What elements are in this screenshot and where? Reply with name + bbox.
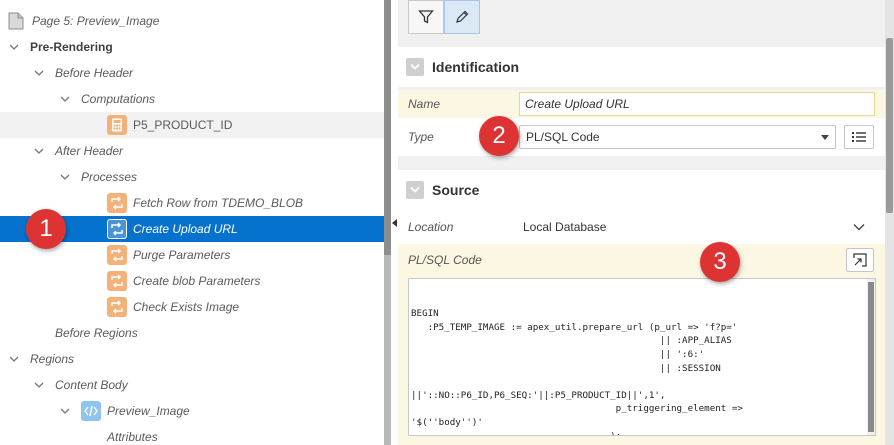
list-icon [852, 132, 866, 142]
identification-header[interactable]: Identification [398, 47, 885, 87]
collapse-arrow-icon[interactable] [392, 219, 397, 227]
property-editor: Identification Name Create Upload URL Ty… [398, 0, 894, 445]
tree-node-before-header[interactable]: Before Header [0, 60, 384, 86]
tree-node-page[interactable]: Page 5: Preview_Image [0, 8, 384, 34]
location-row: Location Local Database [398, 210, 885, 244]
section-title: Source [432, 182, 480, 198]
scrollbar-thumb[interactable] [886, 38, 893, 213]
tree-node-attributes[interactable]: Attributes [0, 424, 384, 445]
tree-node-purge-parameters[interactable]: Purge Parameters [0, 242, 384, 268]
tree-node-label: Regions [30, 352, 75, 366]
splitter[interactable] [384, 0, 398, 445]
chevron-down-icon[interactable] [33, 379, 45, 391]
tree-node-check-exists-image[interactable]: Check Exists Image [0, 294, 384, 320]
chevron-down-icon[interactable] [8, 41, 20, 53]
location-label: Location [408, 220, 454, 234]
tree-node-preview-image[interactable]: Preview_Image [0, 398, 384, 424]
tree-node-label: Pre-Rendering [30, 40, 113, 54]
tree-node-computations[interactable]: Computations [0, 86, 384, 112]
tree-node-before-regions[interactable]: Before Regions [0, 320, 384, 346]
code-icon [81, 401, 101, 421]
filter-icon [418, 10, 434, 24]
section-title: Identification [432, 59, 520, 75]
chevron-down-icon[interactable] [33, 67, 45, 79]
tree-node-label: P5_PRODUCT_ID [133, 118, 233, 132]
name-input[interactable]: Create Upload URL [519, 92, 875, 116]
tree-node-processes[interactable]: Processes [0, 164, 384, 190]
chevron-down-icon[interactable] [406, 58, 424, 76]
tree-node-content-body[interactable]: Content Body [0, 372, 384, 398]
tree-node-label: Create Upload URL [133, 222, 238, 236]
type-label: Type [408, 130, 434, 144]
filter-button[interactable] [408, 0, 444, 34]
location-select[interactable]: Local Database [519, 215, 869, 239]
chevron-down-icon [853, 224, 865, 231]
tree-node-label: Fetch Row from TDEMO_BLOB [133, 196, 304, 210]
tree-node-label: Create blob Parameters [133, 274, 261, 288]
callout-badge-1: 1 [26, 209, 66, 249]
tree-node-label: Before Regions [55, 326, 138, 340]
chevron-down-icon[interactable] [406, 181, 424, 199]
tree-node-label: Preview_Image [107, 404, 190, 418]
panel-scrollbar[interactable] [885, 0, 894, 445]
tree-node-after-header[interactable]: After Header [0, 138, 384, 164]
scrollbar-thumb[interactable] [384, 0, 391, 255]
tree-node-p5-product-id[interactable]: P5_PRODUCT_ID [0, 112, 384, 138]
plsql-code-label: PL/SQL Code [408, 253, 482, 267]
tree-node-label: Check Exists Image [133, 300, 240, 314]
tree-scrollbar[interactable] [384, 0, 391, 445]
calculator-icon [107, 115, 127, 135]
location-select-value: Local Database [523, 220, 607, 234]
tree-node-create-blob-parameters[interactable]: Create blob Parameters [0, 268, 384, 294]
pencil-icon [456, 10, 469, 23]
process-icon [107, 245, 127, 265]
tree-node-label: After Header [55, 144, 124, 158]
chevron-down-icon[interactable] [59, 93, 71, 105]
tree-node-pre-rendering[interactable]: Pre-Rendering [0, 34, 384, 60]
chevron-down-icon[interactable] [59, 171, 71, 183]
tree-node-label: Processes [81, 170, 138, 184]
edit-button[interactable] [444, 0, 480, 34]
name-label: Name [408, 97, 441, 111]
chevron-down-icon[interactable] [33, 145, 45, 157]
chevron-down-icon[interactable] [8, 353, 20, 365]
process-icon [107, 219, 127, 239]
list-button[interactable] [844, 125, 874, 149]
scrollbar-thumb[interactable] [868, 282, 874, 432]
type-select-value: PL/SQL Code [526, 130, 600, 144]
tree-node-regions[interactable]: Regions [0, 346, 384, 372]
expand-icon [853, 253, 867, 267]
code-scrollbar[interactable] [867, 279, 875, 435]
type-row: Type PL/SQL Code [398, 118, 885, 156]
page-icon [6, 11, 26, 31]
name-row: Name Create Upload URL [398, 90, 885, 118]
tree-node-label: Page 5: Preview_Image [32, 14, 160, 28]
source-header[interactable]: Source [398, 170, 885, 210]
process-icon [107, 297, 127, 317]
tree-node-label: Attributes [107, 430, 158, 444]
rendering-tree: Page 5: Preview_Image Pre-Rendering Befo… [0, 0, 384, 445]
code-text: BEGIN :P5_TEMP_IMAGE := apex_util.prepar… [411, 308, 743, 435]
process-icon [107, 193, 127, 213]
callout-badge-2: 2 [479, 116, 519, 156]
callout-badge-3: 3 [700, 242, 740, 282]
tree-node-label: Purge Parameters [133, 248, 231, 262]
tree-node-label: Content Body [55, 378, 128, 392]
expand-editor-button[interactable] [846, 248, 874, 272]
process-icon [107, 271, 127, 291]
type-select[interactable]: PL/SQL Code [519, 125, 836, 149]
plsql-code-editor[interactable]: BEGIN :P5_TEMP_IMAGE := apex_util.prepar… [408, 278, 876, 436]
chevron-down-icon[interactable] [59, 405, 71, 417]
tree-node-label: Computations [81, 92, 156, 106]
tree-node-label: Before Header [55, 66, 134, 80]
caret-down-icon [821, 135, 829, 140]
